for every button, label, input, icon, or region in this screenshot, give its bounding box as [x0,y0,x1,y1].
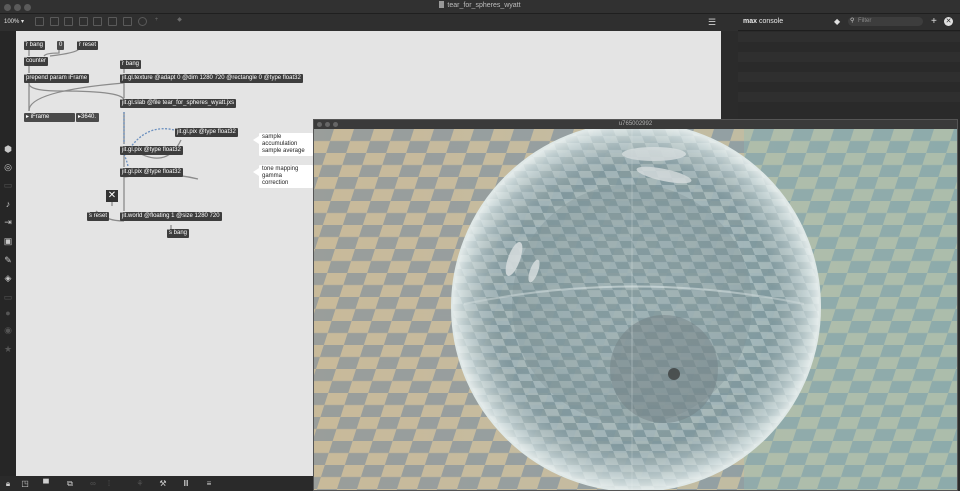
new-object-icon[interactable] [50,17,59,26]
package-icon[interactable]: ⬢ [3,144,13,154]
console-row [738,32,960,42]
star-icon[interactable]: ★ [3,344,13,354]
console-row [738,92,960,102]
console-row [738,72,960,82]
sidebar-toggle-icon[interactable]: ☰ [708,17,719,27]
profile-icon[interactable]: ◉ [3,325,13,335]
zoom-menu[interactable]: 100% ▾ [4,18,24,25]
music-note-icon[interactable]: ♪ [3,199,13,209]
paint-bucket-icon[interactable]: ◆ [175,17,184,26]
counter-object[interactable]: counter [24,57,49,66]
grid-icon[interactable]: ⁞ [104,479,114,488]
number-object-icon[interactable] [108,17,117,26]
s-bang-object[interactable]: s bang [167,229,190,238]
presentation-icon[interactable] [35,17,44,26]
comment-icon[interactable] [64,17,73,26]
panel-icon[interactable]: ▭ [3,180,13,190]
max-app: tear_for_spheres_wyatt 100% ▾ + ◆ ☰ ⬢ ◎ … [0,0,960,491]
render-window-title-bar: u765002992 [314,120,957,129]
iframe-value-box[interactable]: ▸3640. [76,113,99,122]
title-bar: tear_for_spheres_wyatt [0,0,960,14]
diamond-icon[interactable]: ◆ [834,17,840,26]
console-row [738,52,960,62]
window-title: tear_for_spheres_wyatt [0,1,960,9]
console-header: max console ◆ ⚲ Filter + ✕ [738,14,960,31]
layers-icon[interactable]: ⧉ [65,479,75,488]
add-icon[interactable]: + [152,17,161,26]
dial-icon[interactable] [138,17,147,26]
document-icon [439,1,445,8]
chat-icon[interactable]: ▀ [41,479,51,488]
lock-icon[interactable]: 🔒︎ [3,479,13,488]
jit-gl-pix-feedback-object[interactable]: jit.gl.pix @type float32 [175,128,238,137]
tonemap-comment: tone mapping gamma correction [259,165,313,188]
jit-gl-texture-object[interactable]: jit.gl.texture @adapt 0 @dim 1280 720 @r… [120,74,303,83]
gl-render-view [314,129,957,490]
piano-icon[interactable]: Ⅲ [181,479,191,488]
add-icon[interactable]: + [931,16,937,27]
left-palette: ⬢ ◎ ▭ ♪ ⇥ ▣ ✎ ◈ ▭ ● ◉ ★ [0,31,16,476]
number-box[interactable]: 0 [57,41,65,50]
render-window[interactable]: u765002992 [313,119,958,491]
debug-icon[interactable]: ⚘ [135,479,145,488]
wrench-icon[interactable]: ⚒ [158,479,168,488]
render-close-button[interactable] [317,122,322,127]
prepend-object[interactable]: prepend param iFrame [24,74,90,83]
target-icon[interactable]: ◎ [3,162,13,172]
render-zoom-button[interactable] [333,122,338,127]
device-icon[interactable]: ▭ [3,292,13,302]
close-x-button[interactable]: ✕ [106,190,118,202]
patcher-toolbar: 100% ▾ + ◆ ☰ [0,14,738,31]
console-filter-input[interactable]: ⚲ Filter [848,17,923,26]
mixer-icon[interactable]: ≡ [204,479,214,488]
paperclip-icon[interactable]: ✎ [3,255,13,265]
r-bang-object[interactable]: r bang [24,41,46,50]
record-icon[interactable]: ● [3,308,13,318]
image-icon[interactable]: ▣ [3,236,13,246]
render-minimize-button[interactable] [325,122,330,127]
message-icon[interactable] [79,17,88,26]
r-bang-object-right[interactable]: r bang [120,60,142,69]
jit-gl-slab-object[interactable]: jit.gl.slab @file tear_for_spheres_wyatt… [120,99,237,108]
console-title: max console [743,18,784,25]
gl-cube-icon[interactable]: ◈ [3,273,13,283]
clear-console-icon[interactable]: ✕ [944,17,953,26]
accumulation-comment: sample accumulation sample average [259,133,313,156]
presentation-mode-icon[interactable]: ◳ [20,479,30,488]
r-reset-object[interactable]: r reset [77,41,99,50]
jit-gl-pix-tonemap-object[interactable]: jit.gl.pix @type float32 [120,168,183,177]
search-icon: ⚲ [850,18,855,24]
jit-gl-pix-accumulate-object[interactable]: jit.gl.pix @type float32 [120,146,183,155]
link-icon[interactable]: ∞ [88,479,98,488]
iframe-param[interactable]: ▸ iFrame [24,113,75,122]
button-object-icon[interactable] [93,17,102,26]
s-reset-object[interactable]: s reset [87,212,110,221]
io-icon[interactable]: ⇥ [3,217,13,227]
jit-world-object[interactable]: jit.world @floating 1 @size 1280 720 [120,212,222,221]
patcher-object-icon[interactable] [123,17,132,26]
render-window-title: u765002992 [618,121,653,127]
